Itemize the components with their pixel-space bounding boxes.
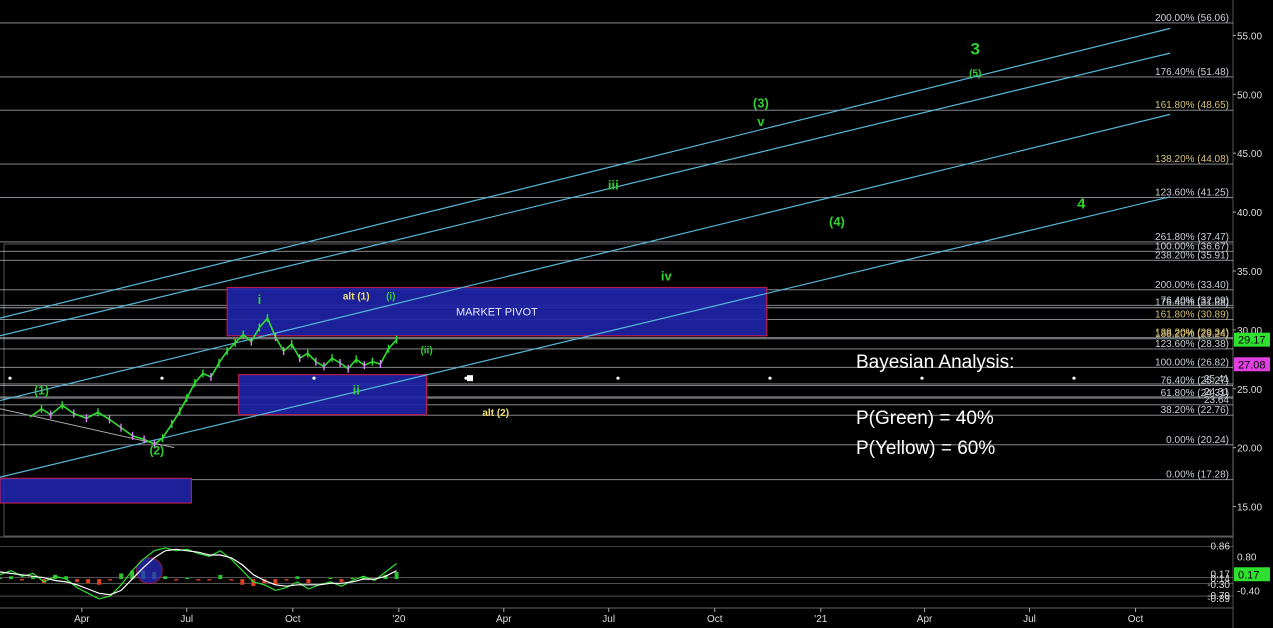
osc-level-label: -0.30 — [1207, 580, 1230, 591]
pivot-box — [238, 374, 428, 416]
projection-dot — [768, 376, 772, 380]
x-tick-label: Apr — [74, 614, 90, 625]
fib-label: 161.80% (30.89) — [1155, 309, 1229, 320]
osc-histogram-bar — [108, 579, 113, 581]
wave-label: iii — [608, 178, 619, 193]
price-tag-label: 29.17 — [1238, 335, 1266, 347]
wave-label: alt (1) — [343, 291, 370, 302]
y-tick-label: 25.00 — [1237, 385, 1262, 396]
fib-label: 23.64 — [1204, 395, 1229, 406]
projection-dot — [920, 376, 924, 380]
osc-histogram-bar — [306, 579, 311, 584]
x-tick-label: Oct — [707, 614, 723, 625]
y-tick-label: 20.00 — [1237, 444, 1262, 455]
price-tag-label: 27.08 — [1238, 359, 1266, 371]
osc-level-label: 0.86 — [1211, 542, 1231, 553]
osc-histogram-bar — [295, 576, 300, 580]
osc-histogram-bar — [163, 576, 168, 580]
osc-histogram-bar — [207, 579, 212, 581]
fib-label: 176.40% (31.88) — [1155, 298, 1229, 309]
projection-dot — [1072, 376, 1076, 380]
osc-histogram-bar — [97, 579, 102, 585]
fib-label: 38.20% (22.76) — [1161, 405, 1229, 416]
osc-histogram-bar — [229, 579, 234, 581]
osc-histogram-bar — [328, 577, 333, 580]
fib-label: 123.60% (41.25) — [1155, 187, 1229, 198]
osc-level-label: -0.89 — [1207, 594, 1230, 605]
osc-histogram-bar — [119, 573, 124, 580]
y-tick-label: 55.00 — [1237, 31, 1262, 42]
fib-label: 176.40% (51.48) — [1155, 67, 1229, 78]
fib-label: 138.20% (44.08) — [1155, 154, 1229, 165]
projection-dot — [312, 376, 316, 380]
wave-label: 4 — [1077, 196, 1086, 213]
wave-label: (2) — [149, 444, 164, 458]
fib-label: 200.00% (33.40) — [1155, 280, 1229, 291]
chart-canvas[interactable]: 200.00% (56.06) 176.40% (51.48) 161.80% (4… — [0, 0, 1273, 628]
wave-label: 3 — [971, 39, 980, 58]
wave-label: (3) — [753, 95, 769, 110]
osc-y-tick-label: -0.40 — [1237, 586, 1260, 597]
osc-histogram-bar — [0, 577, 2, 580]
pivot-box — [0, 477, 192, 504]
x-tick-label: Oct — [1128, 614, 1144, 625]
bayes-title: Bayesian Analysis: — [856, 352, 1014, 373]
x-tick-label: Oct — [285, 614, 301, 625]
osc-histogram-bar — [240, 579, 245, 585]
y-tick-label: 50.00 — [1237, 90, 1262, 101]
wave-label: (1) — [34, 384, 49, 398]
fib-label: 76.40% (25.27) — [1161, 376, 1229, 387]
osc-histogram-bar — [9, 576, 14, 580]
osc-histogram-bar — [20, 579, 25, 581]
osc-y-tick-label: 0.80 — [1237, 552, 1257, 563]
fib-label: 200.00% (56.06) — [1155, 13, 1229, 24]
osc-histogram-bar — [196, 579, 201, 581]
wave-label: (5) — [969, 69, 981, 80]
y-tick-label: 40.00 — [1237, 208, 1262, 219]
x-tick-label: Jul — [1023, 614, 1036, 625]
fib-label: 123.60% (28.38) — [1155, 339, 1229, 350]
market-pivot-label: MARKET PIVOT — [456, 307, 538, 319]
fib-label: 0.00% (17.28) — [1166, 470, 1229, 481]
osc-level-label: 0.17 — [1211, 569, 1231, 580]
projection-dot — [616, 376, 620, 380]
bayes-green: P(Green) = 40% — [856, 408, 994, 429]
y-tick-label: 15.00 — [1237, 503, 1262, 514]
osc-histogram-bar — [185, 577, 190, 580]
fib-label: 161.80% (48.65) — [1155, 100, 1229, 111]
osc-histogram-bar — [284, 579, 289, 581]
x-tick-label: Jul — [602, 614, 615, 625]
osc-histogram-bar — [350, 577, 355, 580]
wave-label: (4) — [829, 214, 845, 229]
projection-marker — [467, 375, 473, 382]
y-tick-label: 45.00 — [1237, 149, 1262, 160]
osc-histogram-bar — [339, 579, 344, 582]
fib-label: 238.20% (35.91) — [1155, 250, 1229, 261]
osc-histogram-bar — [174, 579, 179, 581]
wave-label: i — [258, 292, 262, 307]
wave-label: (ii) — [420, 345, 432, 356]
fib-label: 100.00% (26.82) — [1155, 357, 1229, 368]
wave-label: iv — [661, 268, 673, 283]
osc-histogram-bar — [394, 572, 399, 580]
wave-label: (i) — [386, 291, 395, 302]
bayes-yellow: P(Yellow) = 60% — [856, 438, 995, 459]
wave-label: ii — [353, 383, 360, 398]
osc-tag-label: 0.17 — [1238, 569, 1259, 581]
projection-dot — [160, 376, 164, 380]
x-tick-label: '20 — [392, 614, 405, 625]
osc-histogram-bar — [86, 579, 91, 584]
projection-dot — [8, 376, 12, 380]
x-tick-label: Apr — [496, 614, 512, 625]
x-tick-label: '21 — [814, 614, 827, 625]
wave-label: v — [757, 114, 765, 129]
x-tick-label: Jul — [180, 614, 193, 625]
osc-histogram-bar — [218, 574, 223, 580]
y-tick-label: 35.00 — [1237, 267, 1262, 278]
osc-histogram-bar — [75, 579, 80, 582]
fib-label: 0.00% (20.24) — [1166, 435, 1229, 446]
x-tick-label: Apr — [917, 614, 933, 625]
chart-window: 200.00% (56.06) 176.40% (51.48) 161.80% (4… — [0, 0, 1273, 628]
wave-label: alt (2) — [482, 408, 509, 419]
